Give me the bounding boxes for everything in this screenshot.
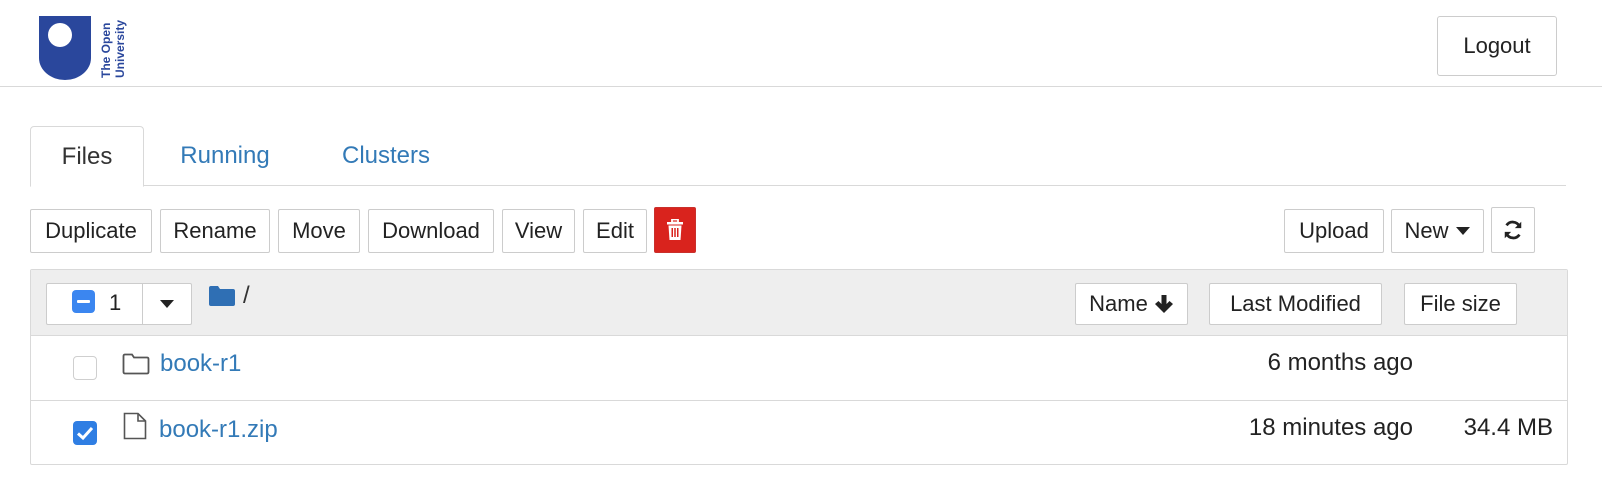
download-button[interactable]: Download <box>368 209 494 253</box>
last-modified: 18 minutes ago <box>1248 414 1413 441</box>
upload-button[interactable]: Upload <box>1284 209 1384 253</box>
rename-button[interactable]: Rename <box>160 209 270 253</box>
arrow-down-icon <box>1154 295 1173 313</box>
caret-down-icon <box>160 300 174 308</box>
file-list: 1 / Name Last Modified File size book-r1… <box>30 269 1568 465</box>
sort-file-size-button[interactable]: File size <box>1404 283 1517 325</box>
list-item[interactable]: book-r1 6 months ago <box>31 336 1567 400</box>
select-all-checkbox[interactable] <box>72 290 95 313</box>
new-dropdown-button[interactable]: New <box>1391 209 1484 253</box>
selection-menu: 1 <box>46 283 192 325</box>
file-list-header: 1 / Name Last Modified File size <box>31 270 1567 336</box>
duplicate-button[interactable]: Duplicate <box>30 209 152 253</box>
tab-running[interactable]: Running <box>165 126 285 186</box>
refresh-button[interactable] <box>1491 207 1535 253</box>
view-button[interactable]: View <box>502 209 575 253</box>
folder-icon[interactable] <box>209 286 235 306</box>
logo-text-line2: University <box>113 20 127 78</box>
move-button[interactable]: Move <box>278 209 360 253</box>
select-all-toggle[interactable]: 1 <box>47 284 143 324</box>
last-modified: 6 months ago <box>1267 349 1413 376</box>
delete-button[interactable] <box>654 207 696 253</box>
file-link[interactable]: book-r1 <box>160 350 241 378</box>
caret-down-icon <box>1455 227 1470 235</box>
checkmark-icon <box>76 426 94 441</box>
selected-count: 1 <box>109 290 122 315</box>
row-checkbox-checked[interactable] <box>73 421 97 445</box>
selection-dropdown-button[interactable] <box>143 284 191 324</box>
trash-icon <box>667 219 683 240</box>
file-icon <box>123 412 147 440</box>
open-university-logo <box>39 16 91 80</box>
file-link[interactable]: book-r1.zip <box>159 416 278 444</box>
logo-text-line1: The Open <box>99 23 113 78</box>
main-tabs: Files Running Clusters <box>30 126 1566 187</box>
file-size: 34.4 MB <box>1463 414 1553 441</box>
indeterminate-icon <box>77 300 90 303</box>
folder-outline-icon <box>122 353 150 375</box>
tab-clusters[interactable]: Clusters <box>326 126 446 186</box>
logout-button[interactable]: Logout <box>1437 16 1557 76</box>
sort-name-label: Name <box>1089 291 1148 316</box>
new-label: New <box>1404 218 1449 243</box>
row-checkbox[interactable] <box>73 356 97 380</box>
top-header: The Open University Logout <box>0 0 1602 87</box>
edit-button[interactable]: Edit <box>583 209 647 253</box>
tab-files[interactable]: Files <box>30 126 144 187</box>
sort-last-modified-button[interactable]: Last Modified <box>1209 283 1382 325</box>
breadcrumb-path[interactable]: / <box>243 282 250 310</box>
open-university-wordmark: The Open University <box>99 20 127 78</box>
refresh-icon <box>1504 220 1522 240</box>
list-item[interactable]: book-r1.zip 18 minutes ago 34.4 MB <box>31 400 1567 464</box>
sort-name-button[interactable]: Name <box>1075 283 1188 325</box>
